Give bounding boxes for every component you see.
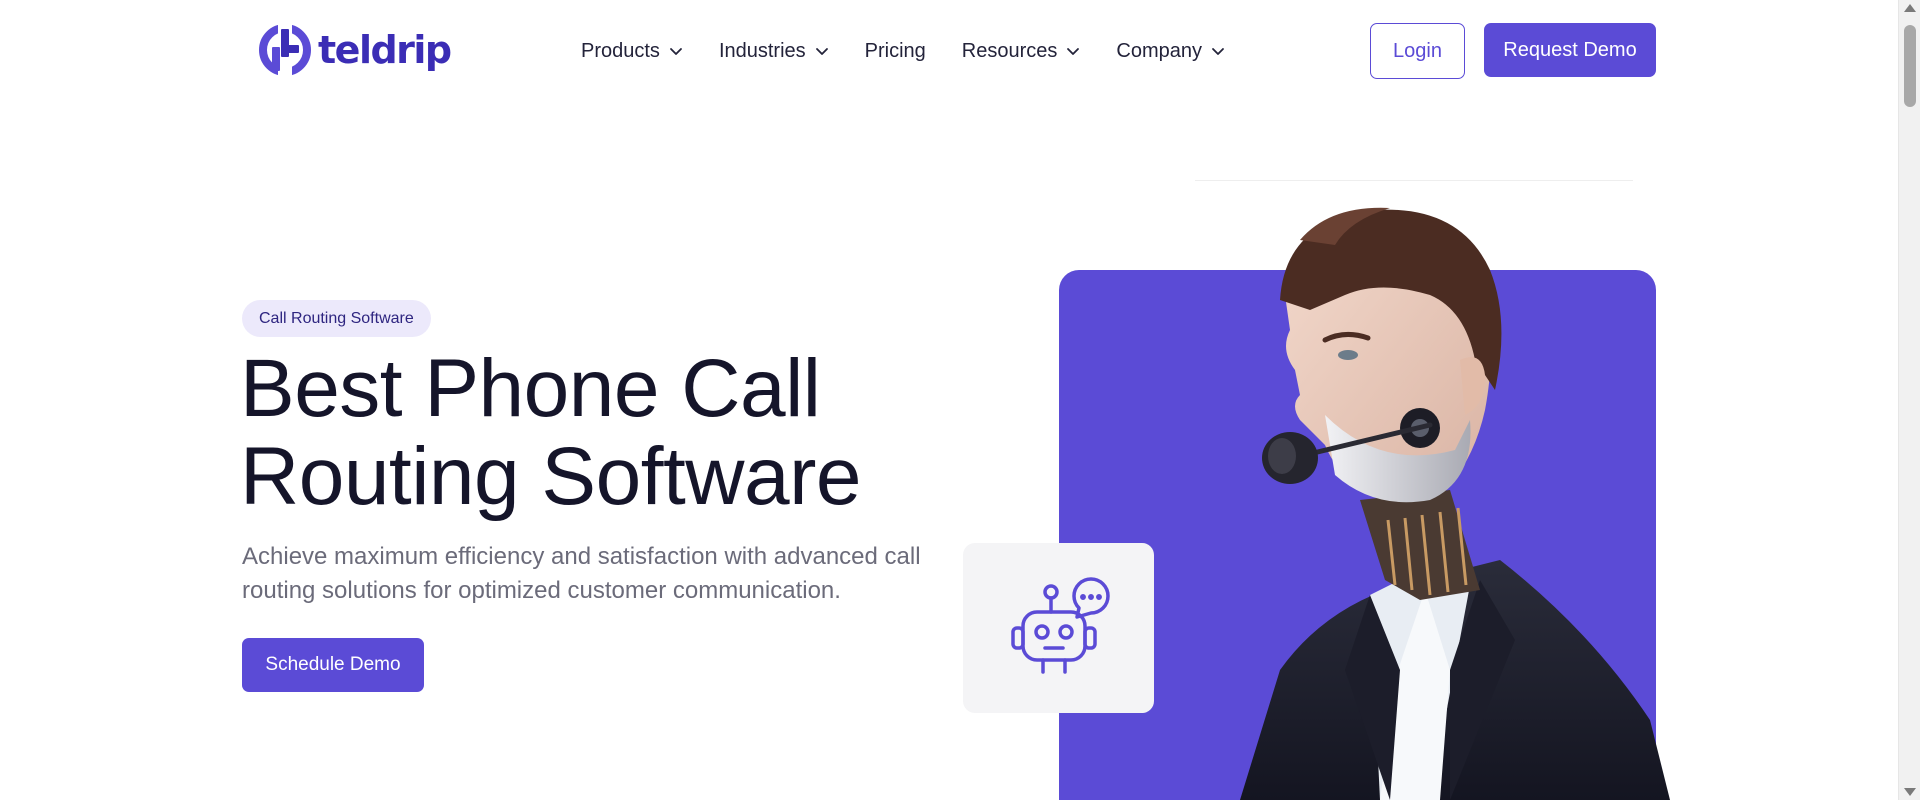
hero-title-line-2: Routing Software xyxy=(240,431,862,522)
chevron-down-icon xyxy=(815,48,828,55)
hero-title-line-1: Best Phone Call xyxy=(240,343,821,434)
login-button[interactable]: Login xyxy=(1370,23,1465,79)
page-scrollbar[interactable] xyxy=(1898,0,1920,800)
scroll-up-arrow-icon[interactable] xyxy=(1904,4,1916,12)
chatbot-card xyxy=(963,543,1154,713)
nav-item-label: Products xyxy=(581,39,660,62)
nav-item-label: Industries xyxy=(718,39,806,62)
nav-item-company[interactable]: Company xyxy=(1116,40,1225,63)
chevron-down-icon xyxy=(1067,48,1080,55)
request-demo-button[interactable]: Request Demo xyxy=(1484,23,1656,77)
teldrip-logo-icon xyxy=(259,23,311,77)
divider xyxy=(1195,180,1633,181)
scroll-down-arrow-icon[interactable] xyxy=(1904,788,1916,796)
nav-item-products[interactable]: Products xyxy=(581,40,683,63)
hero-badge: Call Routing Software xyxy=(242,300,431,337)
nav-item-resources[interactable]: Resources xyxy=(962,40,1081,63)
brand-name: teldrip xyxy=(318,28,452,72)
hero-title: Best Phone Call Routing Software xyxy=(240,345,960,521)
site-header: teldrip Products Industries Pricing Reso… xyxy=(0,0,1898,100)
chevron-down-icon xyxy=(1212,48,1224,55)
nav-item-label: Pricing xyxy=(864,39,926,62)
brand-logo[interactable]: teldrip xyxy=(258,23,452,77)
nav-item-label: Company xyxy=(1116,39,1203,62)
nav-item-label: Resources xyxy=(961,39,1058,62)
main-nav: Products Industries Pricing Resources Co… xyxy=(581,36,1225,66)
chatbot-icon xyxy=(1010,577,1110,674)
nav-item-pricing[interactable]: Pricing xyxy=(865,40,926,63)
chevron-down-icon xyxy=(670,48,682,55)
hero-portrait-image xyxy=(1240,207,1670,800)
scrollbar-thumb[interactable] xyxy=(1904,25,1916,107)
schedule-demo-button[interactable]: Schedule Demo xyxy=(242,638,424,692)
hero-subtitle: Achieve maximum efficiency and satisfact… xyxy=(242,543,921,604)
nav-item-industries[interactable]: Industries xyxy=(719,40,829,63)
